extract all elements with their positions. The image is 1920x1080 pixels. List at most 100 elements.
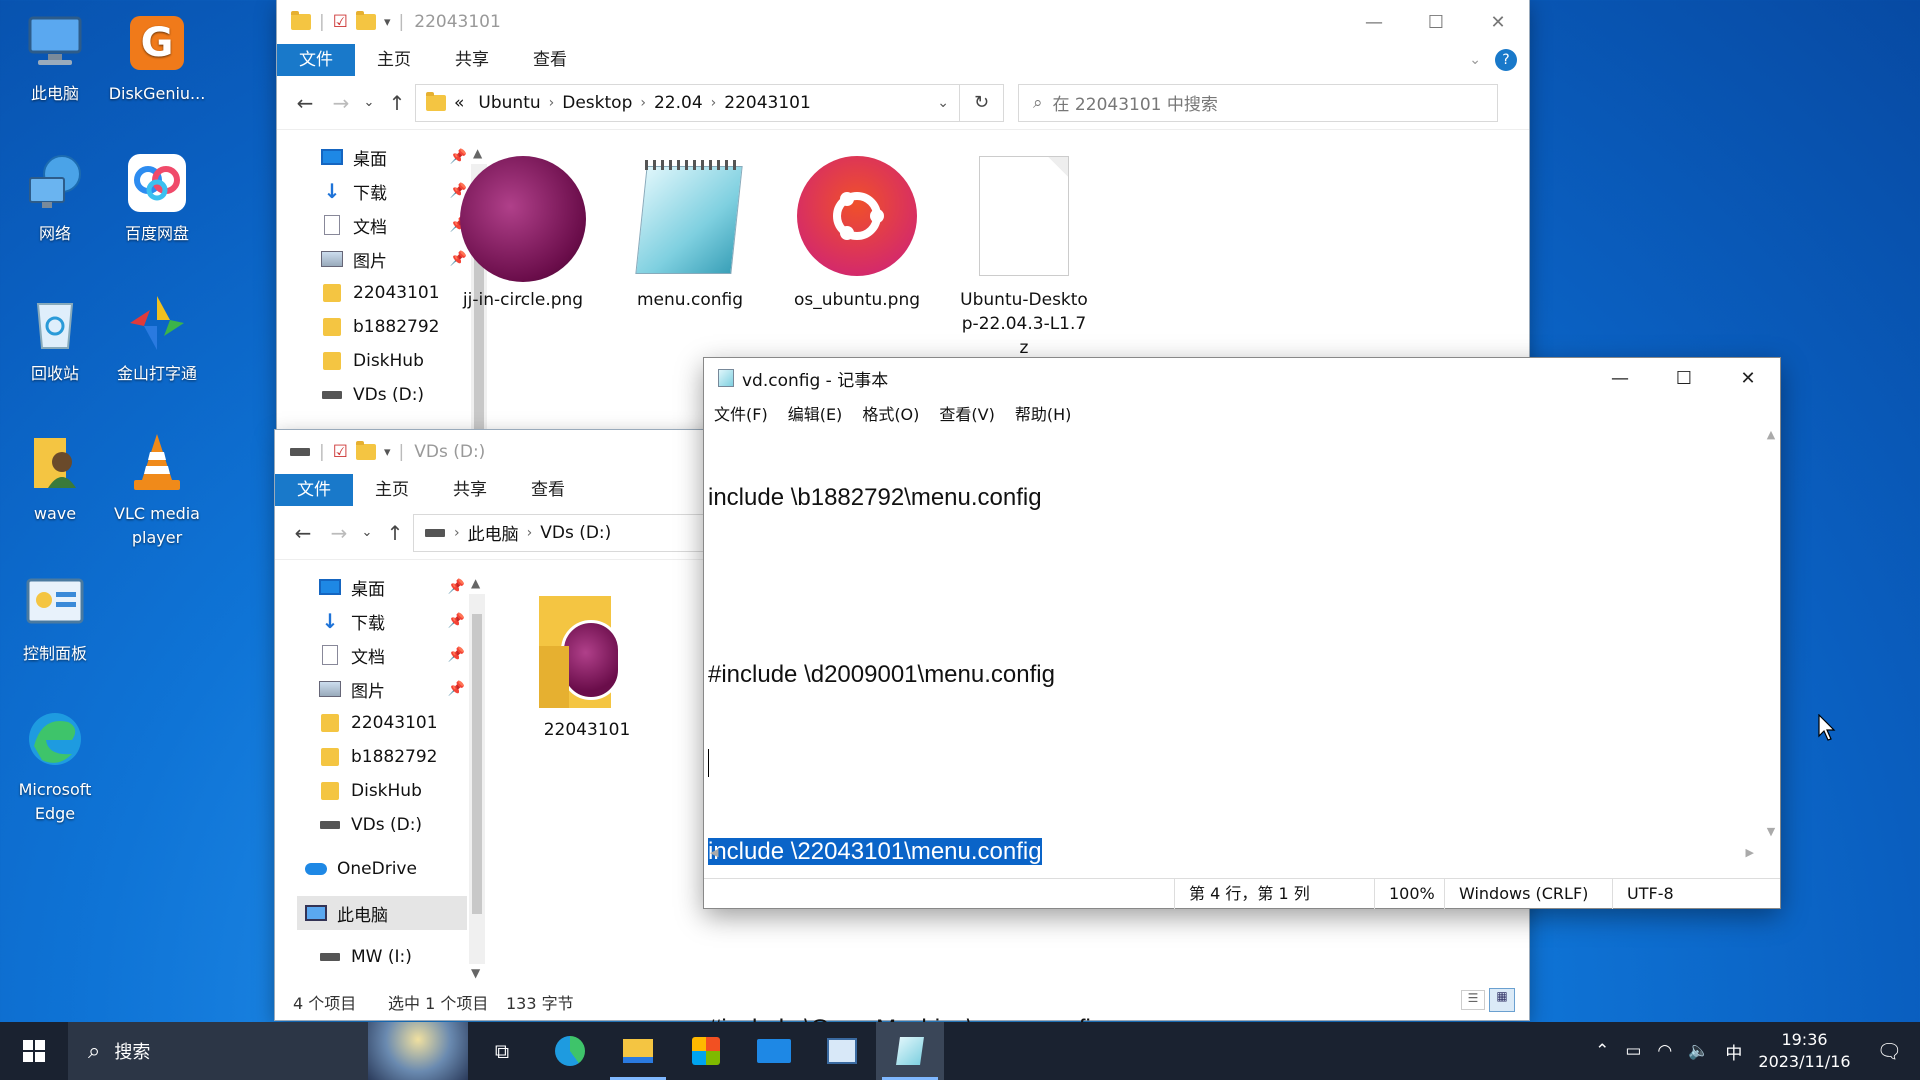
taskbar-search-box[interactable]: ⌕ 搜索 [68, 1022, 468, 1080]
breadcrumb-22043101[interactable]: 22043101 [724, 93, 811, 113]
nav-item-b1882792[interactable]: b1882792 [319, 740, 465, 774]
search-box[interactable]: ⌕ 在 22043101 中搜索 [1018, 83, 1498, 122]
help-icon[interactable]: ? [1495, 49, 1517, 71]
recent-locations-button[interactable]: ⌄ [359, 95, 379, 110]
menu-edit[interactable]: 编辑(E) [788, 401, 843, 425]
vertical-scrollbar[interactable]: ▲ ▼ [1762, 428, 1780, 838]
breadcrumb-vds-d[interactable]: VDs (D:) [540, 523, 611, 543]
up-button[interactable]: ↑ [379, 91, 415, 115]
title-bar[interactable]: | ☑ ▾ | 22043101 — ☐ ✕ [277, 0, 1529, 44]
customize-toolbar-icon[interactable]: ▾ [384, 445, 391, 460]
notification-center-icon[interactable]: 🗨 [1877, 1039, 1902, 1063]
desktop-icon-diskgenius[interactable]: G DiskGeniu... [102, 10, 212, 106]
new-folder-icon[interactable] [355, 441, 376, 460]
desktop-icon-recycle-bin[interactable]: 回收站 [0, 290, 110, 386]
minimize-button[interactable]: — [1343, 0, 1405, 44]
tab-share[interactable]: 共享 [433, 44, 511, 76]
scroll-down-arrow[interactable]: ▼ [471, 966, 480, 980]
close-button[interactable]: ✕ [1467, 0, 1529, 44]
nav-item-documents[interactable]: 文档 📌 [319, 638, 465, 672]
desktop-icon-wave[interactable]: wave [0, 430, 110, 526]
file-item[interactable]: os_ubuntu.png [787, 156, 927, 312]
recent-locations-button[interactable]: ⌄ [357, 525, 377, 540]
breadcrumb-ubuntu[interactable]: Ubuntu [478, 93, 540, 113]
address-bar[interactable]: › 此电脑 › VDs (D:) [413, 513, 713, 552]
back-button[interactable]: ← [285, 521, 321, 545]
refresh-button[interactable]: ↻ [960, 83, 1004, 122]
breadcrumb-this-pc[interactable]: 此电脑 [468, 520, 519, 545]
address-bar[interactable]: « Ubuntu › Desktop › 22.04 › 22043101 ⌄ [415, 83, 960, 122]
tab-share[interactable]: 共享 [431, 474, 509, 506]
nav-item-downloads[interactable]: ↓ 下载 📌 [319, 604, 465, 638]
tab-view[interactable]: 查看 [509, 474, 587, 506]
nav-item-onedrive[interactable]: OneDrive [305, 852, 465, 886]
desktop-icon-vlc[interactable]: VLC media player [102, 430, 212, 550]
menu-view[interactable]: 查看(V) [939, 401, 994, 425]
nav-item-mw-i[interactable]: MW (I:) [319, 940, 465, 974]
new-folder-icon[interactable] [355, 11, 376, 30]
taskbar-notepad[interactable] [876, 1022, 944, 1080]
nav-item-pictures[interactable]: 图片 📌 [319, 672, 465, 706]
nav-scrollbar[interactable] [469, 594, 485, 964]
nav-item-vds-d[interactable]: VDs (D:) [319, 808, 465, 842]
nav-item-downloads[interactable]: ↓ 下载 📌 [321, 174, 467, 208]
desktop-icon-this-pc[interactable]: 此电脑 [0, 10, 110, 106]
back-button[interactable]: ← [287, 91, 323, 115]
breadcrumb-desktop[interactable]: Desktop [562, 93, 632, 113]
breadcrumb-22-04[interactable]: 22.04 [654, 93, 703, 113]
tab-home[interactable]: 主页 [353, 474, 431, 506]
tab-file[interactable]: 文件 [275, 474, 353, 506]
desktop-icon-baidu-netdisk[interactable]: 百度网盘 [102, 150, 212, 246]
scroll-down-arrow[interactable]: ▼ [1762, 825, 1780, 838]
file-item[interactable]: menu.config [620, 156, 760, 312]
battery-icon[interactable]: ▭ [1625, 1041, 1641, 1061]
nav-item-this-pc[interactable]: 此电脑 [297, 896, 467, 930]
menu-help[interactable]: 帮助(H) [1015, 401, 1072, 425]
desktop-icon-edge[interactable]: Microsoft Edge [0, 706, 110, 826]
title-bar[interactable]: vd.config - 记事本 — ☐ ✕ [704, 358, 1780, 398]
show-hidden-icons-button[interactable]: ⌃ [1595, 1041, 1609, 1061]
nav-item-vds-d[interactable]: VDs (D:) [321, 378, 467, 412]
text-editor[interactable]: include \b1882792\menu.config #include \… [708, 424, 1760, 1080]
maximize-button[interactable]: ☐ [1405, 0, 1467, 44]
maximize-button[interactable]: ☐ [1652, 358, 1716, 398]
nav-item-22043101[interactable]: 22043101 [319, 706, 465, 740]
folder-item[interactable]: 22043101 [517, 596, 657, 742]
address-dropdown-icon[interactable]: ⌄ [937, 95, 949, 111]
nav-item-diskhub[interactable]: DiskHub [319, 774, 465, 808]
customize-toolbar-icon[interactable]: ▾ [384, 15, 391, 30]
taskbar-file-explorer[interactable] [604, 1022, 672, 1080]
nav-item-desktop[interactable]: 桌面 📌 [319, 570, 465, 604]
notepad-window[interactable]: vd.config - 记事本 — ☐ ✕ 文件(F) 编辑(E) 格式(O) … [704, 358, 1780, 1042]
nav-item-documents[interactable]: 文档 📌 [321, 208, 467, 242]
taskbar-mail[interactable] [740, 1022, 808, 1080]
close-button[interactable]: ✕ [1716, 358, 1780, 398]
file-item[interactable]: Ubuntu-Desktop-22.04.3-L1.7z [954, 156, 1094, 360]
forward-button[interactable]: → [323, 91, 359, 115]
expand-ribbon-icon[interactable]: ⌄ [1469, 52, 1481, 68]
minimize-button[interactable]: — [1588, 358, 1652, 398]
desktop-icon-kingsoft-typing[interactable]: 金山打字通 [102, 290, 212, 386]
nav-item-22043101[interactable]: 22043101 [321, 276, 467, 310]
nav-item-desktop[interactable]: 桌面 📌 [321, 140, 467, 174]
properties-icon[interactable]: ☑ [333, 442, 348, 462]
desktop-icon-network[interactable]: 网络 [0, 150, 110, 246]
scroll-up-arrow[interactable]: ▲ [471, 576, 480, 590]
tab-file[interactable]: 文件 [277, 44, 355, 76]
taskbar-edge[interactable] [536, 1022, 604, 1080]
menu-file[interactable]: 文件(F) [714, 401, 768, 425]
tab-home[interactable]: 主页 [355, 44, 433, 76]
nav-item-diskhub[interactable]: DiskHub [321, 344, 467, 378]
properties-icon[interactable]: ☑ [333, 12, 348, 32]
start-button[interactable] [0, 1022, 68, 1080]
tab-view[interactable]: 查看 [511, 44, 589, 76]
menu-format[interactable]: 格式(O) [862, 401, 919, 425]
volume-icon[interactable]: 🔈 [1688, 1041, 1709, 1061]
scroll-up-arrow[interactable]: ▲ [1762, 428, 1780, 441]
file-item[interactable]: jj-in-circle.png [453, 156, 593, 312]
scroll-left-arrow[interactable]: ◀ [710, 846, 718, 859]
wifi-icon[interactable]: ◠ [1657, 1041, 1672, 1061]
taskbar-remote-app[interactable] [808, 1022, 876, 1080]
nav-item-pictures[interactable]: 图片 📌 [321, 242, 467, 276]
scroll-right-arrow[interactable]: ▶ [1746, 846, 1754, 859]
